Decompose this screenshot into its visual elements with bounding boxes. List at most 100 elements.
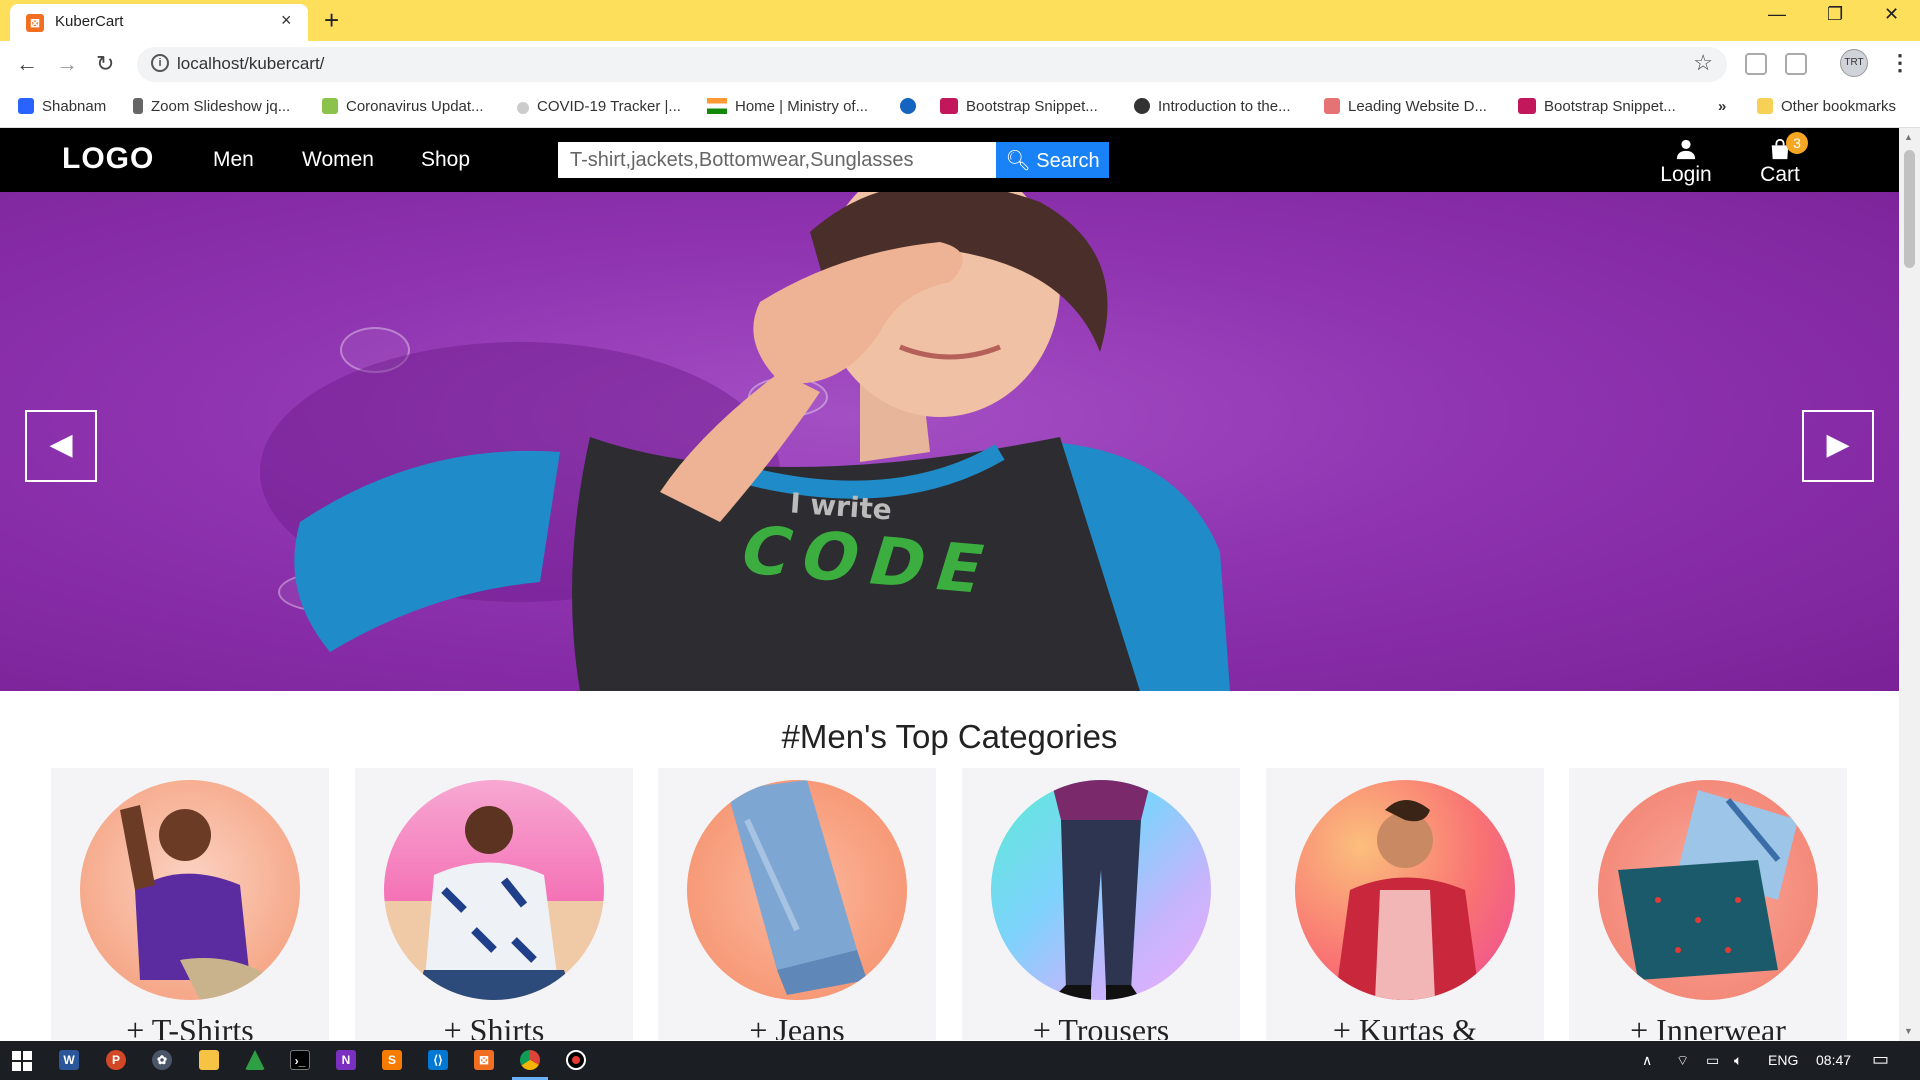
category-image — [991, 780, 1211, 1000]
nav-link-men[interactable]: Men — [213, 148, 254, 172]
cart-button[interactable]: 3 Cart — [1756, 132, 1808, 187]
category-label: + Kurtas & — [1332, 1012, 1478, 1040]
bookmark-item[interactable]: Shabnam — [18, 98, 106, 115]
category-label: + Shirts — [443, 1012, 545, 1040]
search-button[interactable]: 🔍︎ Search — [996, 142, 1109, 178]
battery-icon[interactable]: ▭ — [1706, 1052, 1719, 1069]
minimize-icon[interactable]: — — [1768, 4, 1786, 25]
category-label: + T-Shirts — [126, 1012, 254, 1040]
browser-titlebar: ⊠ KuberCart × + — ❐ ✕ — [0, 0, 1920, 41]
nav-link-shop[interactable]: Shop — [421, 148, 470, 172]
category-card-shirts[interactable]: + Shirts — [355, 768, 633, 1040]
back-icon[interactable]: ← — [16, 51, 38, 77]
vscode-icon[interactable]: ⟨⟩ — [428, 1050, 448, 1070]
xampp-taskbar-icon[interactable]: ⊠ — [474, 1050, 494, 1070]
site-navbar: LOGO Men Women Shop 🔍︎ Search Login 3 Ca… — [0, 128, 1899, 192]
extension-icon[interactable] — [1785, 53, 1807, 75]
info-icon[interactable]: i — [151, 54, 169, 72]
clock[interactable]: 08:47 — [1816, 1052, 1851, 1068]
scroll-up-icon[interactable]: ▲ — [1904, 132, 1913, 142]
chart-icon — [1324, 98, 1340, 114]
terminal-icon[interactable]: ›_ — [290, 1050, 310, 1070]
bookmarks-overflow-button[interactable]: » — [1718, 98, 1726, 115]
sublime-text-icon[interactable]: S — [382, 1050, 402, 1070]
new-tab-button[interactable]: + — [324, 5, 339, 36]
notification-icon[interactable]: ▭ — [1872, 1049, 1889, 1070]
recorder-icon[interactable] — [566, 1050, 586, 1070]
category-label: + Trousers — [1032, 1012, 1170, 1040]
carousel-next-button[interactable]: ▶ — [1802, 410, 1874, 482]
xampp-icon: ⊠ — [26, 14, 44, 32]
bookmark-item[interactable]: Bootstrap Snippet... — [1518, 98, 1676, 115]
powerpoint-icon[interactable]: P — [106, 1050, 126, 1070]
bookmark-item[interactable]: Bootstrap Snippet... — [940, 98, 1098, 115]
category-card-tshirts[interactable]: + T-Shirts — [51, 768, 329, 1040]
browser-toolbar: ← → ↻ i localhost/kubercart/ ☆ TRT ⋮ — [0, 41, 1920, 88]
category-image — [80, 780, 300, 1000]
bookmark-item[interactable]: Coronavirus Updat... — [322, 98, 484, 115]
android-studio-icon[interactable] — [245, 1050, 265, 1070]
search-input[interactable] — [558, 142, 996, 178]
search-icon: 🔍︎ — [1005, 149, 1031, 172]
carousel-prev-button[interactable]: ◀ — [25, 410, 97, 482]
restore-icon[interactable]: ❐ — [1827, 4, 1843, 25]
wifi-icon[interactable]: ⌔ — [1676, 1052, 1689, 1070]
tab-close-icon[interactable]: × — [281, 10, 292, 31]
address-bar[interactable]: i localhost/kubercart/ ☆ — [137, 47, 1727, 82]
hero-model-image — [260, 192, 1230, 691]
category-label: + Jeans — [749, 1012, 845, 1040]
file-explorer-icon[interactable] — [199, 1050, 219, 1070]
w-icon — [322, 98, 338, 114]
category-image — [384, 780, 604, 1000]
windows-start-icon[interactable] — [12, 1051, 32, 1071]
bookmark-star-icon[interactable]: ☆ — [1693, 50, 1713, 76]
bookmark-item[interactable] — [900, 98, 924, 115]
category-card-trousers[interactable]: + Trousers — [962, 768, 1240, 1040]
word-icon[interactable]: W — [59, 1050, 79, 1070]
bookmark-item[interactable]: Introduction to the... — [1134, 98, 1291, 115]
category-label: + Innerwear — [1630, 1012, 1786, 1040]
section-title: #Men's Top Categories — [781, 718, 1118, 755]
bookmark-item[interactable]: Home | Ministry of... — [707, 98, 868, 115]
tray-chevron-icon[interactable]: ∧ — [1642, 1052, 1652, 1069]
page-scrollbar[interactable]: ▲ ▼ — [1899, 128, 1920, 1041]
forward-icon[interactable]: → — [56, 51, 78, 77]
chrome-icon[interactable] — [520, 1050, 540, 1070]
page-icon — [133, 98, 143, 114]
volume-icon[interactable]: 🔈︎ — [1734, 1052, 1742, 1069]
globe-dark-icon — [1134, 98, 1150, 114]
globe-icon — [517, 102, 529, 114]
scroll-down-icon[interactable]: ▼ — [1904, 1026, 1913, 1036]
bookmark-item[interactable]: COVID-19 Tracker |... — [517, 98, 681, 115]
category-image — [1295, 780, 1515, 1000]
g-icon — [900, 98, 916, 114]
address-url[interactable]: localhost/kubercart/ — [177, 54, 324, 74]
extension-icon[interactable] — [1745, 53, 1767, 75]
language-indicator[interactable]: ENG — [1768, 1052, 1798, 1068]
profile-avatar[interactable]: TRT — [1840, 49, 1868, 77]
login-label: Login — [1660, 163, 1712, 186]
menu-kebab-icon[interactable]: ⋮ — [1889, 50, 1911, 76]
category-card-jeans[interactable]: + Jeans — [658, 768, 936, 1040]
bookmarks-bar: Shabnam Zoom Slideshow jq... Coronavirus… — [0, 88, 1920, 128]
nav-link-women[interactable]: Women — [302, 148, 374, 172]
category-card-kurtas[interactable]: + Kurtas & — [1266, 768, 1544, 1040]
category-card-innerwear[interactable]: + Innerwear — [1569, 768, 1847, 1040]
cart-label: Cart — [1760, 163, 1800, 186]
site-logo[interactable]: LOGO — [62, 142, 154, 176]
reload-icon[interactable]: ↻ — [96, 51, 114, 77]
bookmark-item[interactable]: Leading Website D... — [1324, 98, 1487, 115]
tab-title: KuberCart — [55, 13, 124, 30]
login-button[interactable]: Login — [1660, 138, 1712, 187]
windows-taskbar: W P ✿ ›_ N S ⟨⟩ ⊠ ∧ ⌔ ▭ 🔈︎ ENG 08:47 ▭ — [0, 1041, 1920, 1080]
onenote-icon[interactable]: N — [336, 1050, 356, 1070]
other-bookmarks-folder[interactable]: Other bookmarks — [1757, 98, 1896, 115]
m-icon — [940, 98, 958, 114]
infinity-icon — [18, 98, 34, 114]
cart-count-badge: 3 — [1786, 132, 1808, 154]
bookmark-item[interactable]: Zoom Slideshow jq... — [133, 98, 290, 115]
settings-app-icon[interactable]: ✿ — [152, 1050, 172, 1070]
scrollbar-thumb[interactable] — [1904, 150, 1915, 268]
close-window-icon[interactable]: ✕ — [1884, 4, 1899, 25]
browser-tab[interactable]: ⊠ KuberCart × — [10, 4, 308, 41]
